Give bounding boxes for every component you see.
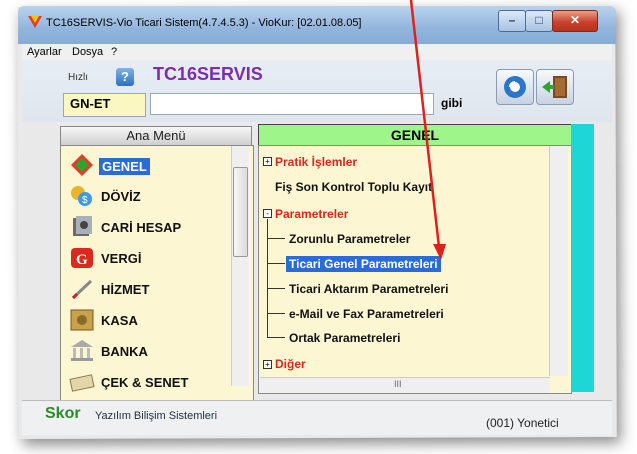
collapse-parametreler-icon[interactable]: - [263, 209, 272, 218]
genel-icon [71, 154, 93, 176]
menu-item-label: CARİ HESAP [101, 220, 182, 235]
tree-item-fis-son-kontrol[interactable]: Fiş Son Kontrol Toplu Kayıt [275, 180, 432, 194]
minimize-icon: – [508, 13, 516, 27]
tree-group-parametreler[interactable]: Parametreler [275, 207, 348, 221]
maximize-icon: □ [535, 13, 543, 27]
window-title: TC16SERVIS-Vio Ticari Sistem(4.7.4.5.3) … [46, 17, 362, 29]
genel-tree-panel: + Pratik İşlemler Fiş Son Kontrol Toplu … [258, 145, 572, 394]
side-accent-bar [571, 124, 594, 392]
refresh-icon [504, 76, 526, 98]
close-button[interactable]: ✕ [552, 10, 598, 32]
tree-connector [267, 263, 285, 264]
menu-item-genel[interactable]: GENEL [69, 150, 229, 180]
gibi-label: gibi [441, 96, 463, 110]
main-menu-panel: GENEL $ DÖVİZ CARİ HESAP G VERGİ HİZMET [60, 145, 254, 402]
status-user: (001) Yonetici [486, 416, 559, 430]
menu-item-doviz[interactable]: $ DÖVİZ [69, 181, 229, 211]
left-scrollbar-thumb[interactable] [233, 167, 248, 257]
tree-item-email-fax[interactable]: e-Mail ve Fax Parametreleri [289, 307, 444, 321]
menu-item-vergi[interactable]: G VERGİ [69, 243, 229, 273]
expand-pratik-icon[interactable]: + [263, 157, 272, 166]
refresh-button[interactable] [496, 69, 534, 105]
minimize-button[interactable]: – [498, 10, 526, 32]
menu-item-banka[interactable]: BANKA [69, 336, 229, 366]
safe-icon [70, 309, 94, 331]
tree-group-diger[interactable]: Diğer [275, 357, 306, 371]
menu-item-label: VERGİ [101, 251, 142, 266]
help-icon[interactable]: ? [116, 68, 134, 86]
tree-connector [267, 313, 285, 314]
hizli-label: Hızlı [68, 72, 88, 83]
search-input[interactable] [150, 93, 434, 115]
tree-item-ticari-genel[interactable]: Ticari Genel Parametreleri [286, 256, 441, 272]
tree-connector [267, 219, 268, 337]
status-company: Yazılım Bilişim Sistemleri [95, 410, 218, 422]
menu-ayarlar[interactable]: Ayarlar [27, 46, 62, 58]
company-name: TC16SERVIS [153, 64, 263, 84]
maximize-button[interactable]: □ [525, 10, 553, 32]
menu-item-cari-hesap[interactable]: CARİ HESAP [69, 212, 229, 242]
close-icon: ✕ [569, 13, 581, 27]
menu-dosya[interactable]: Dosya [72, 46, 103, 58]
menu-item-label: KASA [101, 313, 138, 328]
tree-item-zorunlu[interactable]: Zorunlu Parametreler [289, 232, 410, 246]
expand-diger-icon[interactable]: + [263, 360, 272, 369]
app-logo-icon [28, 16, 42, 28]
tree-group-pratik[interactable]: Pratik İşlemler [275, 155, 357, 169]
svg-text:$: $ [82, 195, 88, 206]
tree-connector [267, 238, 285, 239]
menu-item-hizmet[interactable]: HİZMET [69, 274, 229, 304]
menu-item-label: GENEL [99, 158, 150, 175]
pen-icon [71, 279, 93, 300]
menu-item-cek-senet[interactable]: ÇEK & SENET [69, 367, 229, 397]
code-value: GN-ET [70, 96, 111, 111]
check-icon [69, 374, 95, 392]
main-menu-header: Ana Menü [60, 126, 252, 146]
menu-item-label: ÇEK & SENET [101, 375, 189, 390]
menu-item-label: DÖVİZ [101, 189, 141, 204]
tree-item-ticari-aktarim[interactable]: Ticari Aktarım Parametreleri [289, 282, 448, 296]
svg-text:G: G [76, 252, 88, 268]
tree-connector [267, 337, 285, 338]
genel-header: GENEL [258, 124, 572, 146]
menu-help[interactable]: ? [111, 46, 117, 58]
exit-button[interactable] [536, 69, 574, 105]
tree-item-ortak[interactable]: Ortak Parametreleri [289, 331, 400, 345]
right-vertical-scrollbar[interactable] [549, 146, 568, 376]
right-horizontal-scrollbar[interactable]: III [260, 377, 550, 393]
menu-item-label: BANKA [101, 344, 148, 359]
tax-icon: G [71, 248, 93, 268]
menu-item-label: HİZMET [101, 282, 150, 297]
tree-connector [267, 288, 285, 289]
coins-icon: $ [71, 186, 92, 206]
ledger-icon [73, 216, 92, 236]
scroll-grip: III [394, 379, 402, 389]
exit-door-icon [542, 76, 567, 98]
brand-logo: Skor [45, 405, 81, 422]
bank-icon [71, 340, 93, 361]
menu-item-kasa[interactable]: KASA [69, 305, 229, 335]
